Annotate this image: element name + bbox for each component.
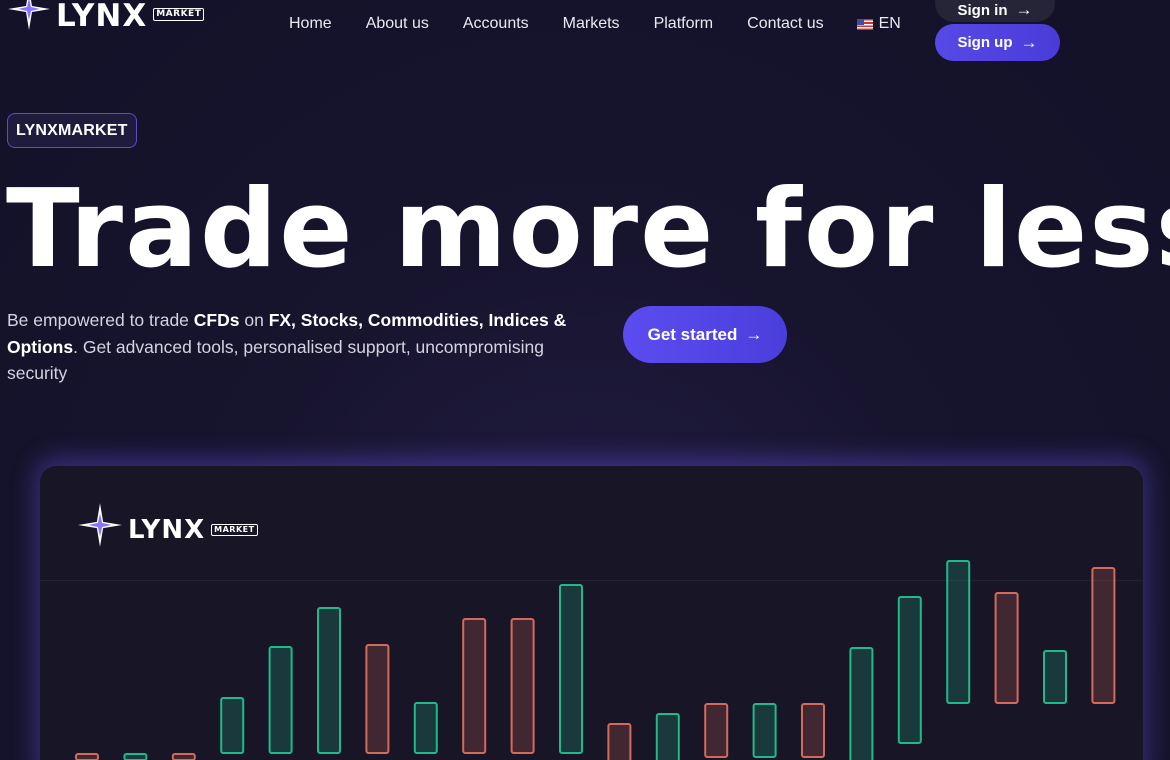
chart-bar-17 <box>849 647 874 760</box>
chart-bar-13 <box>655 713 680 760</box>
sign-in-label: Sign in <box>957 1 1008 19</box>
get-started-button[interactable]: Get started → <box>623 306 787 363</box>
chart-bar-4 <box>220 697 245 754</box>
desc-bold-1: CFDs <box>193 310 240 330</box>
chart-bar-22 <box>1091 567 1116 704</box>
chart-bar-11 <box>559 584 583 754</box>
chart-bar-7 <box>365 644 390 754</box>
arrow-right-icon: → <box>1020 32 1038 52</box>
chart-bar-1 <box>75 753 99 760</box>
sign-up-label: Sign up <box>957 34 1013 51</box>
nav-about-us[interactable]: About us <box>366 14 429 34</box>
chart-card: LYNX MARKET <box>40 466 1143 760</box>
nav-platform[interactable]: Platform <box>654 14 714 34</box>
nav-markets[interactable]: Markets <box>563 14 620 34</box>
hero-description: Be empowered to trade CFDs on FX, Stocks… <box>7 307 607 387</box>
chart-bar-21 <box>1043 650 1067 704</box>
brand-name: LYNX <box>56 0 148 34</box>
chart-bar-15 <box>752 703 777 758</box>
chart-bar-3 <box>171 753 196 760</box>
us-flag-icon <box>856 18 873 30</box>
language-label: EN <box>878 15 901 32</box>
chart-bar-14 <box>704 703 729 758</box>
chart-bar-8 <box>413 702 438 754</box>
main-nav: Home About us Accounts Markets Platform … <box>289 14 901 34</box>
nav-home[interactable]: Home <box>289 14 332 34</box>
arrow-right-icon: → <box>1015 0 1033 19</box>
chart-bar-6 <box>317 607 341 754</box>
get-started-label: Get started <box>647 324 738 344</box>
hero-title: Trade more for less <box>6 167 1170 292</box>
sign-in-button[interactable]: Sign in → <box>935 0 1055 22</box>
sign-up-button[interactable]: Sign up → <box>935 24 1060 61</box>
brand-logo[interactable]: LYNX MARKET <box>6 0 205 34</box>
desc-text-1: Be empowered to trade <box>7 310 194 330</box>
chart-bar-9 <box>462 618 487 754</box>
chart-bar-5 <box>268 646 293 754</box>
nav-contact-us[interactable]: Contact us <box>747 14 823 34</box>
nav-accounts[interactable]: Accounts <box>463 14 529 34</box>
chart-bar-12 <box>607 723 632 760</box>
candle-chart <box>75 560 1116 760</box>
desc-text-2: on <box>239 310 269 330</box>
chart-bar-19 <box>946 560 971 704</box>
chart-bar-18 <box>897 596 922 744</box>
star-logo-icon <box>8 0 50 30</box>
language-selector[interactable]: EN <box>856 15 901 33</box>
hero-badge: LYNXMARKET <box>7 113 137 148</box>
chart-bar-20 <box>994 592 1019 704</box>
chart-bar-10 <box>510 618 535 754</box>
brand-tag: MARKET <box>153 8 205 21</box>
chart-bar-2 <box>123 753 148 760</box>
desc-text-3: . Get advanced tools, personalised suppo… <box>7 336 544 384</box>
arrow-right-icon: → <box>745 324 763 344</box>
chart-bar-16 <box>801 703 825 758</box>
